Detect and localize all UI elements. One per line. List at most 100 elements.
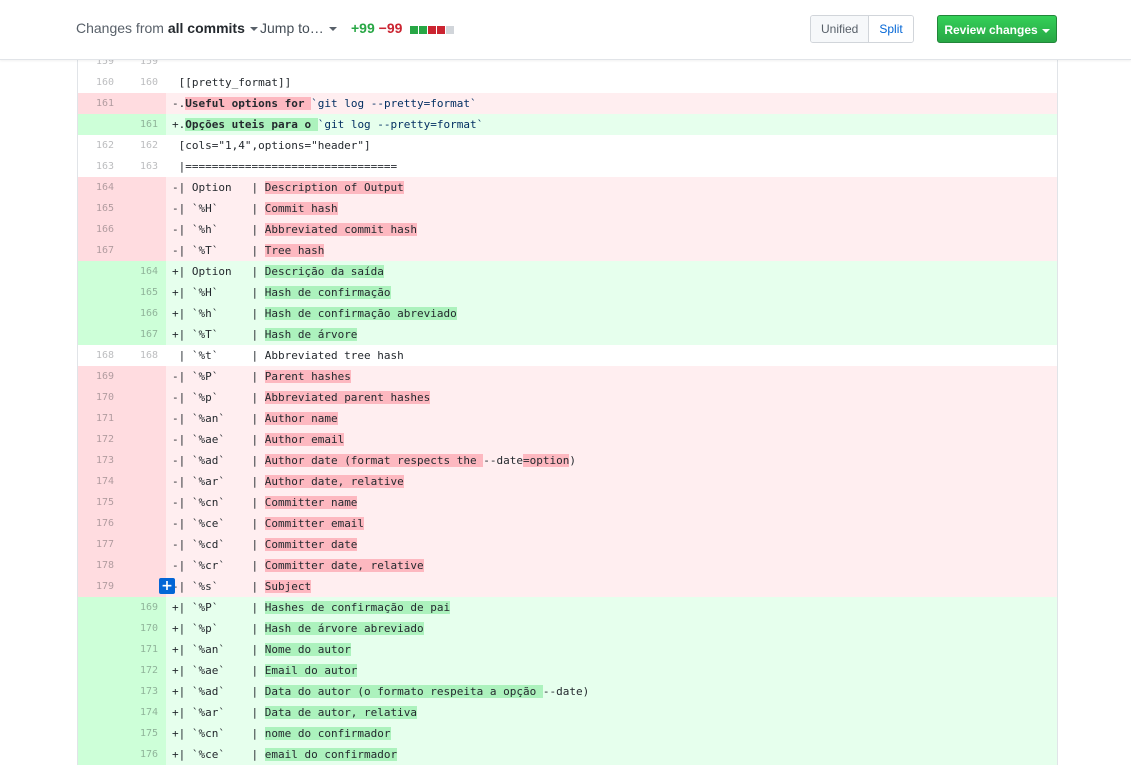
old-line-number[interactable]: 162 — [78, 135, 122, 156]
jump-to-dropdown[interactable]: Jump to… — [260, 20, 337, 36]
old-line-number[interactable] — [78, 744, 122, 765]
old-line-number[interactable] — [78, 303, 122, 324]
code-segment: Committer date — [264, 538, 358, 551]
old-line-number[interactable]: 177 — [78, 534, 122, 555]
old-line-number[interactable]: 178 — [78, 555, 122, 576]
old-line-number[interactable]: 163 — [78, 156, 122, 177]
new-line-number[interactable]: 160 — [122, 72, 166, 93]
changes-from-dropdown[interactable]: Changes from all commits — [76, 20, 258, 36]
old-line-number[interactable] — [78, 618, 122, 639]
new-line-number[interactable]: 167 — [122, 324, 166, 345]
new-line-number[interactable] — [122, 471, 166, 492]
old-line-number[interactable] — [78, 114, 122, 135]
code-line: -| `%cd` | Committer date — [166, 534, 1057, 555]
additions-count: +99 — [351, 20, 375, 36]
new-line-number[interactable]: 175 — [122, 723, 166, 744]
old-line-number[interactable] — [78, 723, 122, 744]
diff-line: 179 -| `%s` | Subject + — [78, 576, 1057, 597]
new-line-number[interactable]: 173 — [122, 681, 166, 702]
new-line-number[interactable] — [122, 492, 166, 513]
code-line: -| `%ad` | Author date (format respects … — [166, 450, 1057, 471]
new-line-number[interactable] — [122, 93, 166, 114]
code-line: +| `%T` | Hash de árvore — [166, 324, 1057, 345]
diff-line: 169 -| `%P` | Parent hashes — [78, 366, 1057, 387]
old-line-number[interactable]: 171 — [78, 408, 122, 429]
split-view-button[interactable]: Split — [868, 16, 913, 42]
diff-line: 175 -| `%cn` | Committer name — [78, 492, 1057, 513]
old-line-number[interactable] — [78, 660, 122, 681]
diff-line: 176 +| `%ce` | email do confirmador — [78, 744, 1057, 765]
old-line-number[interactable]: 168 — [78, 345, 122, 366]
old-line-number[interactable]: 170 — [78, 387, 122, 408]
code-line: +| `%H` | Hash de confirmação — [166, 282, 1057, 303]
new-line-number[interactable]: 170 — [122, 618, 166, 639]
new-line-number[interactable]: 174 — [122, 702, 166, 723]
old-line-number[interactable]: 174 — [78, 471, 122, 492]
new-line-number[interactable]: 164 — [122, 261, 166, 282]
new-line-number[interactable]: 176 — [122, 744, 166, 765]
new-line-number[interactable] — [122, 240, 166, 261]
new-line-number[interactable] — [122, 450, 166, 471]
code-line: +| `%an` | Nome do autor — [166, 639, 1057, 660]
old-line-number[interactable]: 165 — [78, 198, 122, 219]
code-line: +| Option | Descrição da saída — [166, 261, 1057, 282]
new-line-number[interactable] — [122, 177, 166, 198]
code-segment: [cols="1,4",options="header"] — [172, 139, 371, 152]
old-line-number[interactable]: 176 — [78, 513, 122, 534]
new-line-number[interactable]: 165 — [122, 282, 166, 303]
code-segment: =option — [523, 454, 570, 467]
old-line-number[interactable]: 172 — [78, 429, 122, 450]
new-line-number[interactable] — [122, 219, 166, 240]
new-line-number[interactable] — [122, 408, 166, 429]
old-line-number[interactable] — [78, 282, 122, 303]
diff-line: 168 168 | `%t` | Abbreviated tree hash — [78, 345, 1057, 366]
old-line-number[interactable]: 160 — [78, 72, 122, 93]
diff-line: 164 +| Option | Descrição da saída — [78, 261, 1057, 282]
old-line-number[interactable]: 173 — [78, 450, 122, 471]
new-line-number[interactable] — [122, 366, 166, 387]
code-segment: -| `%cr` | — [172, 559, 265, 572]
review-changes-button[interactable]: Review changes — [937, 15, 1057, 43]
code-line: | `%t` | Abbreviated tree hash — [166, 345, 1057, 366]
new-line-number[interactable]: 166 — [122, 303, 166, 324]
old-line-number[interactable] — [78, 639, 122, 660]
new-line-number[interactable]: 168 — [122, 345, 166, 366]
new-line-number[interactable]: 161 — [122, 114, 166, 135]
unified-view-button[interactable]: Unified — [811, 16, 869, 42]
new-line-number[interactable] — [122, 387, 166, 408]
old-line-number[interactable] — [78, 702, 122, 723]
new-line-number[interactable]: 163 — [122, 156, 166, 177]
new-line-number[interactable]: 172 — [122, 660, 166, 681]
old-line-number[interactable]: 161 — [78, 93, 122, 114]
new-line-number[interactable]: 162 — [122, 135, 166, 156]
deletions-count: −99 — [378, 20, 403, 36]
diff-line: 174 +| `%ar` | Data de autor, relativa — [78, 702, 1057, 723]
old-line-number[interactable] — [78, 597, 122, 618]
code-line: -| `%an` | Author name — [166, 408, 1057, 429]
new-line-number[interactable]: 171 — [122, 639, 166, 660]
new-line-number[interactable] — [122, 555, 166, 576]
code-segment: Hash de árvore — [264, 328, 358, 341]
diff-line: 173 +| `%ad` | Data do autor (o formato r… — [78, 681, 1057, 702]
code-segment: Committer name — [264, 496, 358, 509]
old-line-number[interactable]: 179 — [78, 576, 122, 597]
old-line-number[interactable] — [78, 681, 122, 702]
add-comment-icon[interactable]: + — [159, 578, 175, 594]
old-line-number[interactable] — [78, 261, 122, 282]
changes-from-value: all commits — [167, 20, 245, 36]
code-segment: Data de autor, relativa — [264, 706, 418, 719]
diff-line: 167 +| `%T` | Hash de árvore — [78, 324, 1057, 345]
new-line-number[interactable] — [122, 429, 166, 450]
diff-table: 159 159 160 160 [[pretty_format]] 161 -.Usefu… — [77, 51, 1058, 765]
old-line-number[interactable]: 169 — [78, 366, 122, 387]
new-line-number[interactable]: 169 — [122, 597, 166, 618]
old-line-number[interactable]: 175 — [78, 492, 122, 513]
old-line-number[interactable]: 167 — [78, 240, 122, 261]
new-line-number[interactable] — [122, 534, 166, 555]
old-line-number[interactable]: 164 — [78, 177, 122, 198]
new-line-number[interactable] — [122, 513, 166, 534]
code-segment: +| `%cn` | — [172, 727, 265, 740]
old-line-number[interactable]: 166 — [78, 219, 122, 240]
old-line-number[interactable] — [78, 324, 122, 345]
new-line-number[interactable] — [122, 198, 166, 219]
